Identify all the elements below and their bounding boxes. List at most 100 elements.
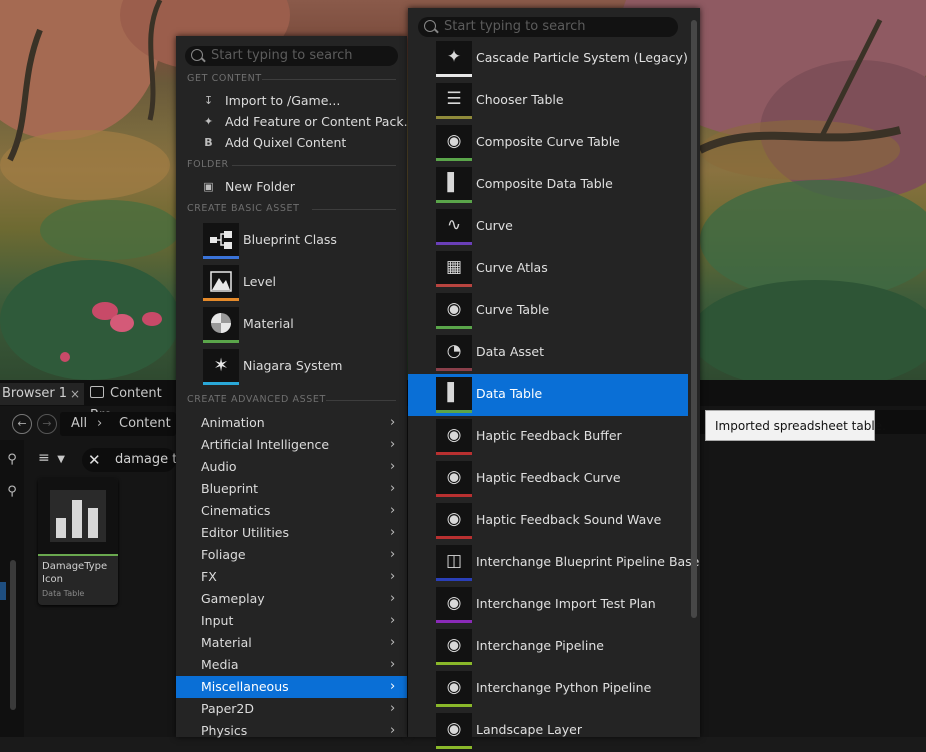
submenu-item-label: Haptic Feedback Sound Wave	[476, 512, 662, 527]
chevron-right-icon: ›	[390, 525, 396, 540]
category-paper2d[interactable]: Paper2D ›	[176, 698, 407, 720]
submenu-scrollbar[interactable]	[691, 20, 697, 618]
asset-type-tile: ▌	[436, 377, 472, 413]
category-cinematics[interactable]: Cinematics ›	[176, 500, 407, 522]
category-miscellaneous[interactable]: Miscellaneous ›	[176, 676, 407, 698]
submenu-item-label: Landscape Layer	[476, 722, 582, 737]
miscellaneous-submenu: Start typing to search ✦ Cascade Particle…	[408, 8, 700, 749]
submenu-item[interactable]: ◉ Haptic Feedback Sound Wave	[408, 500, 688, 542]
chevron-right-icon[interactable]: ›	[97, 412, 102, 436]
asset-type-tile: ◉	[436, 503, 472, 539]
asset-search-input[interactable]: ✕ damage ty	[82, 448, 185, 472]
type-color-bar	[203, 382, 239, 385]
type-color-bar	[436, 410, 472, 413]
submenu-item[interactable]: ◉ Curve Table	[408, 290, 688, 332]
submenu-item-label: Data Table	[476, 386, 543, 401]
close-icon[interactable]: ×	[70, 383, 80, 405]
sources-scrollbar[interactable]	[10, 560, 16, 710]
back-button[interactable]: ←	[12, 414, 32, 434]
asset-type-tile: ◉	[436, 713, 472, 749]
category-input[interactable]: Input ›	[176, 610, 407, 632]
forward-button[interactable]: →	[37, 414, 57, 434]
category-media[interactable]: Media ›	[176, 654, 407, 676]
menu-item-import[interactable]: ↧ Import to /Game...	[176, 90, 407, 112]
chevron-right-icon: ›	[390, 701, 396, 716]
basic-asset-label: Niagara System	[243, 358, 343, 373]
basic-asset-niagara-system[interactable]: ✶ Niagara System	[176, 346, 407, 388]
submenu-item[interactable]: ◉ Interchange Python Pipeline	[408, 668, 688, 710]
node-icon: ◫	[445, 551, 463, 571]
category-artificial-intelligence[interactable]: Artificial Intelligence ›	[176, 434, 407, 456]
bar-chart-icon: ▌	[447, 383, 461, 403]
basic-asset-label: Level	[243, 274, 276, 289]
tab-content-browser-2[interactable]: Content Bro	[86, 383, 180, 423]
submenu-item[interactable]: ◫ Interchange Blueprint Pipeline Base	[408, 542, 699, 584]
submenu-item[interactable]: ◉ Interchange Pipeline	[408, 626, 688, 668]
submenu-item[interactable]: ✦ Cascade Particle System (Legacy)	[408, 38, 688, 80]
type-color-bar	[436, 242, 472, 245]
submenu-item[interactable]: ◉ Haptic Feedback Buffer	[408, 416, 688, 458]
basic-asset-label: Blueprint Class	[243, 232, 337, 247]
quixel-icon: B	[204, 136, 213, 149]
filter-dropdown[interactable]: ≡ ▼	[38, 450, 76, 472]
category-gameplay[interactable]: Gameplay ›	[176, 588, 407, 610]
sphere-icon: ◉	[446, 509, 462, 529]
chevron-right-icon: ›	[390, 569, 396, 584]
asset-type-tile: ✦	[436, 41, 472, 77]
breadcrumb-content[interactable]: Content	[119, 412, 171, 436]
menu-item-new-folder[interactable]: ▣ New Folder	[176, 176, 407, 198]
type-color-bar	[436, 158, 472, 161]
category-material[interactable]: Material ›	[176, 632, 407, 654]
add-asset-menu: Start typing to search GET CONTENT ↧ Imp…	[176, 36, 416, 738]
category-editor-utilities[interactable]: Editor Utilities ›	[176, 522, 407, 544]
submenu-search-input[interactable]: Start typing to search	[418, 17, 678, 37]
new-folder-icon: ▣	[203, 180, 214, 193]
submenu-item-label: Interchange Import Test Plan	[476, 596, 656, 611]
submenu-item[interactable]: ◉ Landscape Layer	[408, 710, 688, 752]
search-icon[interactable]: ⚲	[0, 484, 24, 506]
submenu-item[interactable]: ◉ Haptic Feedback Curve	[408, 458, 688, 500]
clear-search-icon[interactable]: ✕	[88, 448, 101, 472]
breadcrumb-all[interactable]: All	[71, 412, 87, 436]
search-placeholder: Start typing to search	[211, 48, 353, 63]
submenu-item[interactable]: ∿ Curve	[408, 206, 688, 248]
blueprint-class-tile	[203, 223, 239, 259]
search-icon	[191, 49, 203, 61]
type-color-bar	[436, 368, 472, 371]
type-color-bar	[436, 662, 472, 665]
menu-item-label: Add Feature or Content Pack...	[225, 114, 416, 129]
category-animation[interactable]: Animation ›	[176, 412, 407, 434]
submenu-item[interactable]: ◉ Composite Curve Table	[408, 122, 688, 164]
sphere-icon: ◉	[446, 425, 462, 445]
chevron-right-icon: ›	[390, 635, 396, 650]
chevron-right-icon: ›	[390, 657, 396, 672]
menu-search-input[interactable]: Start typing to search	[185, 46, 398, 66]
submenu-item[interactable]: ▦ Curve Atlas	[408, 248, 688, 290]
asset-type-tile: ◉	[436, 587, 472, 623]
submenu-item[interactable]: ☰ Chooser Table	[408, 80, 688, 122]
basic-asset-material[interactable]: Material	[176, 304, 407, 346]
submenu-item[interactable]: ▌ Data Table	[408, 374, 688, 416]
submenu-item[interactable]: ◔ Data Asset	[408, 332, 688, 374]
search-icon[interactable]: ⚲	[0, 452, 24, 474]
tab-content-browser-1[interactable]: Browser 1 ×	[0, 383, 84, 405]
blueprint-node-icon	[210, 231, 232, 249]
menu-item-add-feature[interactable]: ✦ Add Feature or Content Pack...	[176, 111, 416, 133]
category-physics[interactable]: Physics ›	[176, 720, 407, 742]
basic-asset-level[interactable]: Level	[176, 262, 407, 304]
submenu-item[interactable]: ◉ Interchange Import Test Plan	[408, 584, 688, 626]
asset-type-tile: ◫	[436, 545, 472, 581]
category-foliage[interactable]: Foliage ›	[176, 544, 407, 566]
type-color-bar	[436, 704, 472, 707]
category-blueprint[interactable]: Blueprint ›	[176, 478, 407, 500]
type-color-bar	[436, 452, 472, 455]
submenu-item[interactable]: ▌ Composite Data Table	[408, 164, 688, 206]
curve-icon: ∿	[446, 215, 462, 235]
basic-asset-blueprint-class[interactable]: Blueprint Class	[176, 220, 407, 262]
asset-tile[interactable]: DamageType Icon Data Table	[38, 478, 118, 605]
category-audio[interactable]: Audio ›	[176, 456, 407, 478]
asset-type-tile: ▦	[436, 251, 472, 287]
category-fx[interactable]: FX ›	[176, 566, 407, 588]
menu-item-add-quixel[interactable]: B Add Quixel Content	[176, 132, 407, 154]
material-sphere-icon	[211, 313, 231, 333]
